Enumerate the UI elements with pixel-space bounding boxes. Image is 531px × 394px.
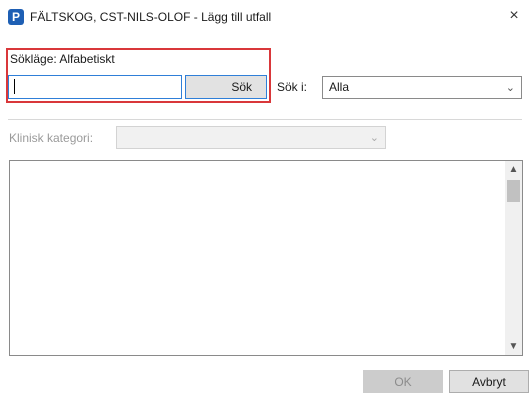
scroll-thumb[interactable]	[507, 180, 520, 202]
ok-button[interactable]: OK	[363, 370, 443, 393]
search-in-label: Sök i:	[277, 80, 308, 94]
app-icon: P	[8, 9, 24, 25]
chevron-down-icon: ⌄	[505, 82, 515, 94]
scroll-down-icon[interactable]: ▼	[505, 338, 522, 355]
separator	[8, 119, 522, 120]
results-list[interactable]	[9, 160, 523, 356]
chevron-down-icon: ⌄	[369, 132, 379, 144]
clinical-category-select: ⌄	[116, 126, 386, 149]
search-in-value: Alla	[329, 80, 350, 94]
clinical-category-label: Klinisk kategori:	[9, 131, 94, 145]
text-cursor	[14, 79, 15, 94]
cancel-button[interactable]: Avbryt	[449, 370, 529, 393]
window-title: FÄLTSKOG, CST-NILS-OLOF - Lägg till utfa…	[30, 10, 272, 24]
close-button[interactable]: ×	[502, 4, 526, 28]
search-input[interactable]	[8, 75, 182, 99]
search-button[interactable]: Sök	[185, 75, 267, 99]
scroll-up-icon[interactable]: ▲	[505, 161, 522, 178]
search-in-select[interactable]: Alla ⌄	[322, 76, 522, 99]
search-mode-label: Sökläge: Alfabetiskt	[10, 52, 115, 66]
